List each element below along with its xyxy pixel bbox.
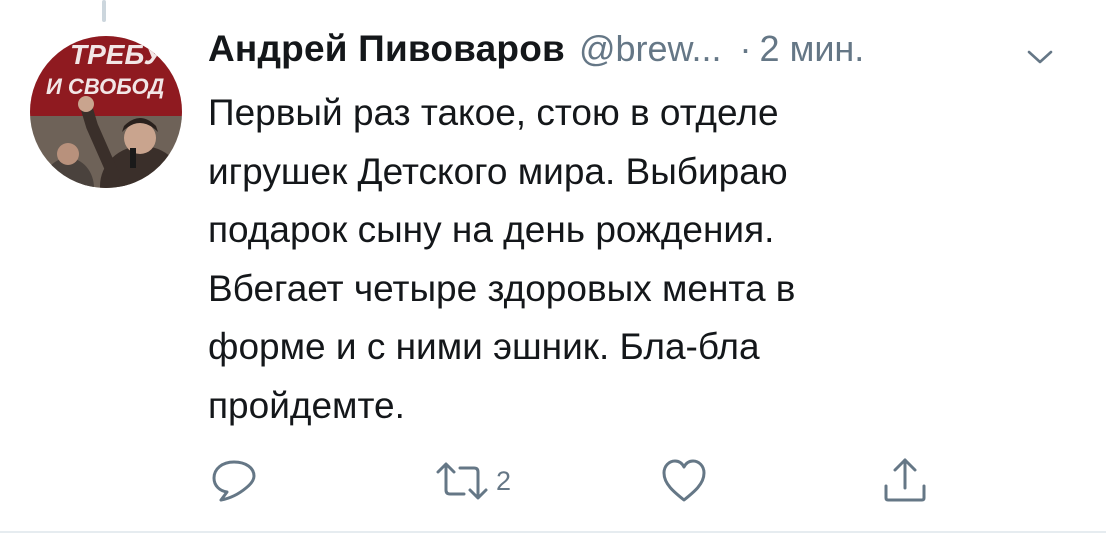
retweet-icon [436, 462, 488, 500]
more-options-chevron-down-icon[interactable] [1025, 45, 1055, 69]
tweet-text-line: Вбегает четыре здоровых мента в [208, 267, 796, 309]
tweet-header: Андрей Пивоваров @brew... · 2 мин. [208, 28, 1068, 78]
retweet-button[interactable]: 2 [434, 458, 511, 504]
share-icon [884, 458, 926, 502]
avatar-banner-line2: И СВОБОД [46, 74, 164, 99]
header-separator: · [739, 28, 752, 69]
tweet-timestamp[interactable]: 2 мин. [760, 28, 865, 70]
heart-icon [662, 459, 706, 502]
avatar-photo: ТРЕБУ И СВОБОД [30, 36, 182, 188]
tweet-actions: 2 [0, 450, 1106, 510]
tweet-text-line: игрушек Детского мира. Выбираю [208, 150, 788, 192]
avatar-banner-line1: ТРЕБУ [70, 39, 165, 70]
retweet-count: 2 [496, 465, 512, 496]
like-button[interactable] [660, 458, 708, 504]
thread-connector-line [102, 0, 106, 22]
tweet-text-line: подарок сыну на день рождения. [208, 209, 775, 251]
reply-icon [212, 460, 256, 502]
author-handle[interactable]: @brew... [579, 28, 722, 70]
tweet[interactable]: ТРЕБУ И СВОБОД Андрей Пивоваров @brew...… [0, 0, 1106, 536]
avatar[interactable]: ТРЕБУ И СВОБОД [30, 36, 182, 188]
tweet-text-line: Первый раз такое, стою в отделе [208, 92, 779, 133]
tweet-divider [0, 531, 1106, 533]
tweet-text-line: пройдемте. [208, 384, 405, 426]
tweet-text: Первый раз такое, стою в отделе игрушек … [208, 84, 1008, 436]
tweet-text-line: форме и с ними эшник. Бла-бла [208, 326, 760, 368]
share-button[interactable] [880, 456, 930, 504]
reply-button[interactable] [210, 458, 258, 504]
author-name[interactable]: Андрей Пивоваров [208, 28, 565, 70]
